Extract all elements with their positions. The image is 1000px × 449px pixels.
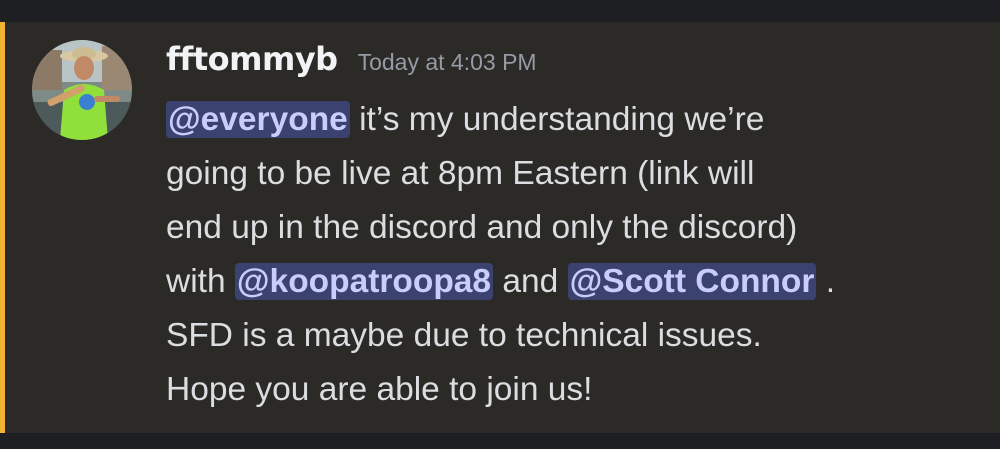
bottom-divider <box>0 433 1000 449</box>
mention-scott-connor[interactable]: @Scott Connor <box>567 263 817 300</box>
message-line: going to be live at 8pm Eastern (link wi… <box>166 147 976 201</box>
message-text: end up in the discord and only the disco… <box>166 209 798 246</box>
message-text: with <box>166 263 235 300</box>
user-avatar-icon[interactable] <box>32 40 132 140</box>
mention-koopatroopa8[interactable]: @koopatroopa8 <box>234 263 494 300</box>
mention-everyone[interactable]: @everyone <box>166 101 350 138</box>
message-text: and <box>493 263 568 300</box>
author-username[interactable]: fftommyb <box>166 40 338 78</box>
mention-accent-bar <box>0 22 5 433</box>
message-text: it’s my understanding we’re <box>349 101 765 138</box>
message-content: @everyone it’s my understanding we’re go… <box>166 93 976 417</box>
message-line: with @koopatroopa8 and @Scott Connor . <box>166 255 976 309</box>
message-text: going to be live at 8pm Eastern (link wi… <box>166 155 755 192</box>
message-line: end up in the discord and only the disco… <box>166 201 976 255</box>
message-text: Hope you are able to join us! <box>166 371 593 408</box>
message-text: . <box>816 263 836 300</box>
message-header: fftommyb Today at 4:03 PM <box>166 40 537 84</box>
message-line: @everyone it’s my understanding we’re <box>166 93 976 147</box>
top-divider <box>0 0 1000 22</box>
chat-message[interactable]: fftommyb Today at 4:03 PM @everyone it’s… <box>0 22 1000 433</box>
message-timestamp[interactable]: Today at 4:03 PM <box>358 49 537 76</box>
message-line: SFD is a maybe due to technical issues. <box>166 309 976 363</box>
message-line: Hope you are able to join us! <box>166 363 976 417</box>
message-text: SFD is a maybe due to technical issues. <box>166 317 762 354</box>
